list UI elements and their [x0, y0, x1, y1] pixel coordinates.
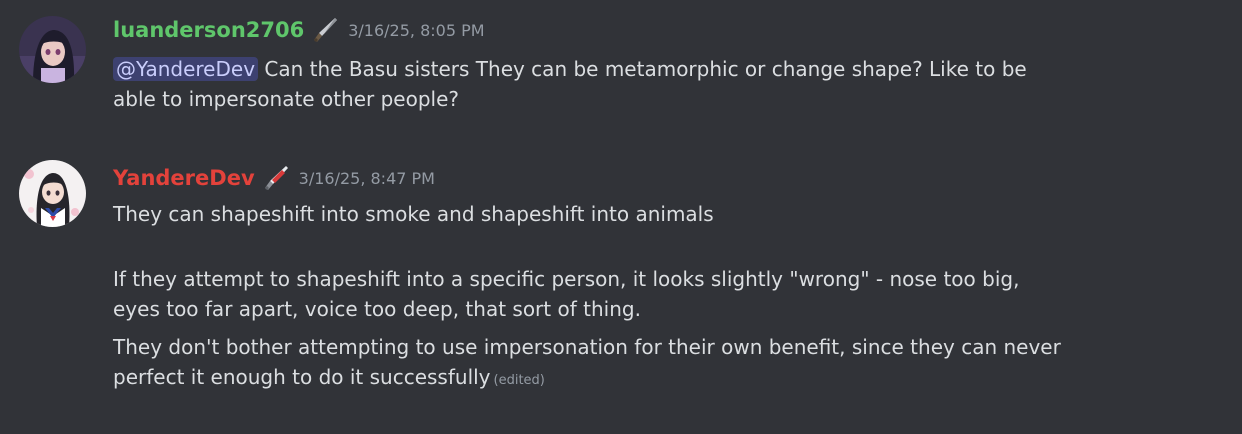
user-avatar-image — [19, 160, 86, 227]
username[interactable]: luanderson2706 — [113, 18, 304, 42]
message-line-text: perfect it enough to do it successfully — [113, 365, 491, 389]
user-avatar-image — [19, 16, 86, 83]
chat-log: luanderson2706 3/16/25, 8:05 PM @Yandere… — [0, 0, 1242, 434]
edited-label: (edited) — [493, 373, 545, 388]
message-line: eyes too far apart, voice too deep, that… — [113, 297, 641, 321]
timestamp[interactable]: 3/16/25, 8:47 PM — [299, 169, 435, 188]
message-line: If they attempt to shapeshift into a spe… — [113, 267, 1020, 291]
avatar[interactable] — [19, 160, 86, 227]
message-content: YandereDev 3/16/25, 8:47 PM They can sha… — [113, 162, 1222, 396]
message-paragraph: They can shapeshift into smoke and shape… — [113, 202, 714, 226]
username[interactable]: YandereDev — [113, 166, 255, 190]
message-line: They don't bother attempting to use impe… — [113, 335, 1061, 359]
bloody-knife-icon — [261, 163, 291, 193]
avatar[interactable] — [19, 16, 86, 83]
user-mention[interactable]: @YandereDev — [113, 57, 259, 81]
knife-icon — [310, 15, 340, 45]
message-header: luanderson2706 3/16/25, 8:05 PM — [113, 14, 1222, 46]
message-text: @YandereDev Can the Basu sisters They ca… — [113, 54, 1222, 114]
timestamp[interactable]: 3/16/25, 8:05 PM — [348, 21, 484, 40]
message-line: perfect it enough to do it successfully(… — [113, 362, 1222, 396]
message-line: @YandereDev Can the Basu sisters They ca… — [113, 54, 1222, 84]
message-line: able to impersonate other people? — [113, 87, 460, 111]
message-header: YandereDev 3/16/25, 8:47 PM — [113, 162, 1222, 194]
message-text: They can shapeshift into smoke and shape… — [113, 199, 1222, 396]
message-content: luanderson2706 3/16/25, 8:05 PM @Yandere… — [113, 14, 1222, 114]
message-line-text: Can the Basu sisters They can be metamor… — [258, 57, 1027, 81]
